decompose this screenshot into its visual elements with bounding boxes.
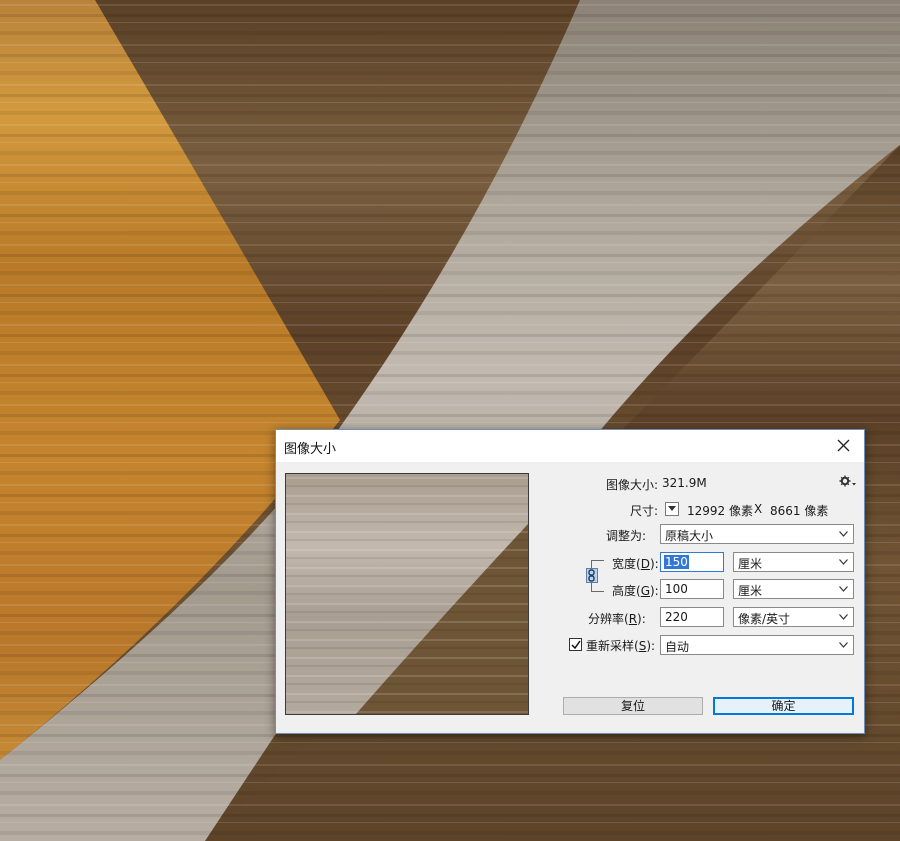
width-unit-value: 厘米	[738, 557, 763, 571]
image-size-dialog: 图像大小 图像大小: 321.9M 尺寸: 12992 像素 X 8661 像素…	[275, 429, 865, 734]
dimensions-x: X	[754, 502, 763, 516]
resolution-value: 220	[665, 610, 688, 624]
width-label: 宽度(D):	[612, 557, 659, 571]
chevron-down-icon	[839, 559, 848, 565]
chevron-down-icon	[839, 531, 848, 537]
chevron-down-icon	[839, 642, 848, 648]
close-button[interactable]	[830, 434, 858, 458]
height-input[interactable]: 100	[660, 579, 724, 599]
link-bracket-bottom	[591, 583, 604, 592]
dimensions-label: 尺寸:	[630, 504, 659, 518]
constrain-proportions-button[interactable]	[586, 568, 598, 583]
dimensions-width-value: 12992 像素	[687, 504, 753, 518]
width-value: 150	[664, 555, 689, 569]
chevron-down-icon	[668, 506, 676, 511]
width-unit-select[interactable]: 厘米	[733, 552, 854, 572]
dialog-titlebar: 图像大小	[276, 430, 864, 462]
height-label: 高度(G):	[612, 584, 659, 598]
resample-method-select[interactable]: 自动	[660, 635, 854, 655]
width-input[interactable]: 150	[660, 552, 724, 572]
preview-thumbnail	[286, 474, 528, 714]
resample-checkbox[interactable]	[569, 638, 582, 651]
gear-icon	[839, 475, 856, 487]
resample-method-value: 自动	[665, 640, 690, 654]
image-preview[interactable]	[285, 473, 529, 715]
dialog-title: 图像大小	[284, 442, 337, 457]
resample-label: 重新采样(S):	[586, 639, 656, 653]
image-size-label: 图像大小:	[606, 478, 659, 492]
fit-to-value: 原稿大小	[665, 529, 714, 543]
height-unit-value: 厘米	[738, 584, 763, 598]
dimensions-height-value: 8661 像素	[770, 504, 829, 518]
chevron-down-icon	[839, 586, 848, 592]
chevron-down-icon	[839, 614, 848, 620]
link-icon	[588, 569, 595, 582]
fit-to-select[interactable]: 原稿大小	[660, 524, 854, 544]
image-size-value: 321.9M	[662, 476, 707, 490]
settings-button[interactable]	[839, 475, 857, 489]
close-icon	[837, 439, 850, 452]
resolution-unit-select[interactable]: 像素/英寸	[733, 607, 854, 627]
dimensions-unit-dropdown[interactable]	[665, 502, 679, 516]
fit-to-label: 调整为:	[606, 529, 647, 543]
ok-button[interactable]: 确定	[713, 697, 854, 715]
resolution-input[interactable]: 220	[660, 607, 724, 627]
height-unit-select[interactable]: 厘米	[733, 579, 854, 599]
reset-button[interactable]: 复位	[563, 697, 703, 715]
resolution-label: 分辨率(R):	[588, 612, 646, 626]
height-value: 100	[665, 582, 688, 596]
checkmark-icon	[571, 640, 581, 650]
resolution-unit-value: 像素/英寸	[738, 612, 791, 626]
